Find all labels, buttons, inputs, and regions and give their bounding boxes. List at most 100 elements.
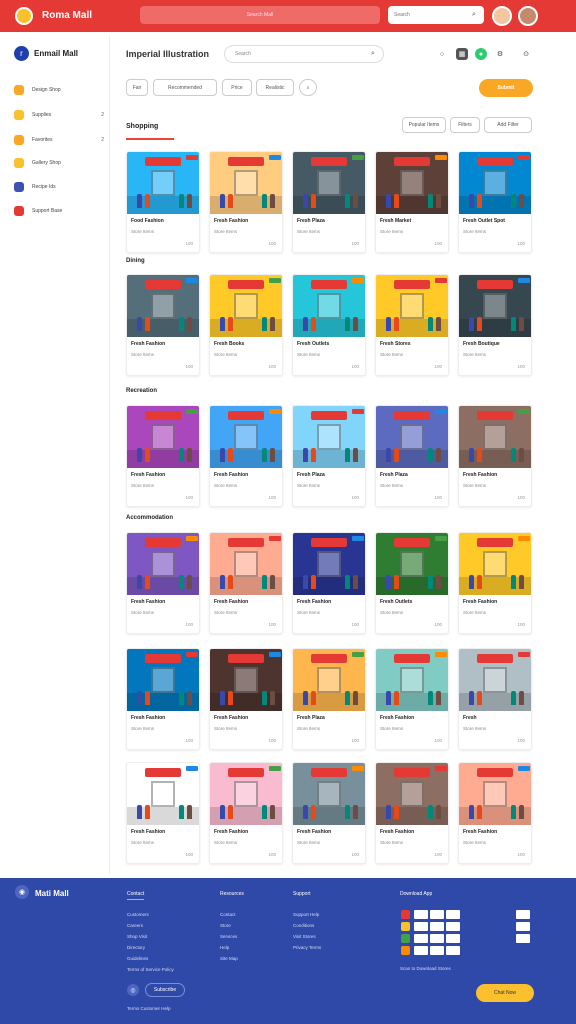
mall-logo-text[interactable]: Roma Mall bbox=[42, 10, 92, 21]
store-card[interactable]: Fresh Outlet Spot Store Items 100 bbox=[458, 151, 532, 253]
store-card[interactable]: Fresh Fashion Store Items 100 bbox=[458, 405, 532, 507]
top-search-input[interactable] bbox=[388, 6, 484, 24]
sidebar-item-label: Gallery Shop bbox=[32, 160, 61, 166]
footer-link[interactable]: Terms of Service Policy bbox=[127, 967, 174, 972]
app-store-icon[interactable] bbox=[401, 922, 410, 931]
store-card[interactable]: Fresh Plaza Store Items 100 bbox=[375, 405, 449, 507]
footer-link[interactable]: Directory bbox=[127, 945, 145, 950]
storefront-shape bbox=[483, 170, 507, 196]
mall-logo-icon[interactable] bbox=[15, 7, 33, 25]
footer-link[interactable]: Visit Stores bbox=[293, 934, 316, 939]
store-card[interactable]: Fresh Stores Store Items 100 bbox=[375, 274, 449, 376]
filter-search-icon[interactable]: ⌕ bbox=[299, 79, 317, 96]
footer-link[interactable]: Privacy Terms bbox=[293, 945, 321, 950]
store-card[interactable]: Fresh Fashion Store Items 100 bbox=[292, 532, 366, 634]
footer-link[interactable]: Conditions bbox=[293, 923, 314, 928]
store-card[interactable]: Fresh Fashion Store Items 100 bbox=[209, 151, 283, 253]
search-icon[interactable]: ⌕ bbox=[472, 11, 476, 19]
sort-popular-button[interactable]: Popular Items bbox=[402, 117, 446, 133]
person-figure bbox=[519, 194, 524, 208]
storefront-shape bbox=[400, 667, 424, 693]
store-card[interactable]: Fresh Market Store Items 100 bbox=[375, 151, 449, 253]
sidebar-item-4[interactable]: Recipe Ids bbox=[14, 180, 104, 194]
store-card[interactable]: Fresh Fashion Store Items 100 bbox=[126, 648, 200, 750]
store-card-count: 100 bbox=[517, 852, 525, 857]
footer-link[interactable]: Contact bbox=[220, 912, 236, 917]
app-store-icon[interactable] bbox=[401, 910, 410, 919]
store-card-subtitle: Store Items bbox=[380, 610, 404, 615]
store-card[interactable]: Fresh Fashion Store Items 100 bbox=[209, 405, 283, 507]
store-card[interactable]: Fresh Fashion Store Items 100 bbox=[375, 648, 449, 750]
filter-button-1[interactable]: Recommended bbox=[153, 79, 217, 96]
footer-link[interactable]: Shop Visit bbox=[127, 934, 147, 939]
store-card[interactable]: Fresh Fashion Store Items 100 bbox=[458, 762, 532, 864]
store-card-image bbox=[127, 406, 199, 468]
user-avatar-1[interactable] bbox=[492, 6, 512, 26]
footer-link[interactable]: Support Help bbox=[293, 912, 319, 917]
store-card-image bbox=[210, 763, 282, 825]
store-card[interactable]: Fresh Fashion Store Items 100 bbox=[209, 648, 283, 750]
store-card[interactable]: Fresh Fashion Store Items 100 bbox=[126, 762, 200, 864]
storefront-shape bbox=[317, 424, 341, 450]
store-card-count: 100 bbox=[268, 622, 276, 627]
help-icon[interactable]: ⊙ bbox=[520, 48, 532, 60]
store-card-image bbox=[293, 406, 365, 468]
store-card[interactable]: Fresh Plaza Store Items 100 bbox=[292, 648, 366, 750]
footer-link[interactable]: Help bbox=[220, 945, 229, 950]
drop-icon[interactable]: ○ bbox=[436, 48, 448, 60]
footer-bottom-links[interactable]: Terms Customer Help bbox=[127, 1006, 171, 1011]
footer-link[interactable]: Guidelines bbox=[127, 956, 148, 961]
filter-button-2[interactable]: Price bbox=[222, 79, 252, 96]
qr-code-icon bbox=[516, 934, 530, 943]
sidebar-item-5[interactable]: Support Base bbox=[14, 204, 104, 218]
sidebar-item-0[interactable]: Design Shop bbox=[14, 83, 104, 97]
search-icon[interactable]: ⌕ bbox=[371, 50, 375, 58]
sidebar-brand[interactable]: Enmail Mall bbox=[34, 49, 78, 58]
store-card[interactable]: Fresh Plaza Store Items 100 bbox=[292, 405, 366, 507]
store-card[interactable]: Fresh Outlets Store Items 100 bbox=[292, 274, 366, 376]
submit-button[interactable]: Submit bbox=[479, 79, 533, 97]
footer-link[interactable]: Services bbox=[220, 934, 237, 939]
social-icon[interactable]: ◎ bbox=[127, 984, 139, 996]
footer-link[interactable]: Customers bbox=[127, 912, 149, 917]
status-icon[interactable]: ● bbox=[475, 48, 487, 60]
person-figure bbox=[436, 194, 441, 208]
footer-link[interactable]: Site Map bbox=[220, 956, 238, 961]
store-card[interactable]: Fresh Fashion Store Items 100 bbox=[209, 762, 283, 864]
footer-link[interactable]: Store bbox=[220, 923, 231, 928]
store-card-title: Fresh Fashion bbox=[380, 715, 415, 721]
top-search-bar[interactable]: Search Mall bbox=[140, 6, 380, 24]
chat-button[interactable]: Chat Now bbox=[476, 984, 534, 1002]
gear-icon[interactable]: ⚙ bbox=[494, 48, 506, 60]
grid-icon[interactable]: ▦ bbox=[456, 48, 468, 60]
app-store-icon[interactable] bbox=[401, 934, 410, 943]
filter-button-3[interactable]: Realistic bbox=[256, 79, 294, 96]
user-avatar-2[interactable] bbox=[518, 6, 538, 26]
store-card[interactable]: Fresh Store Items 100 bbox=[458, 648, 532, 750]
footer-link[interactable]: Careers bbox=[127, 923, 143, 928]
sort-filters-button[interactable]: Filters bbox=[450, 117, 480, 133]
footer-brand[interactable]: Mati Mall bbox=[35, 889, 69, 898]
sort-add-filter-button[interactable]: Add Filter bbox=[484, 117, 532, 133]
store-card[interactable]: Fresh Fashion Store Items 100 bbox=[292, 762, 366, 864]
store-card[interactable]: Fresh Fashion Store Items 100 bbox=[126, 405, 200, 507]
store-card[interactable]: Fresh Books Store Items 100 bbox=[209, 274, 283, 376]
store-card-image bbox=[376, 649, 448, 711]
store-card[interactable]: Fresh Fashion Store Items 100 bbox=[458, 532, 532, 634]
store-card[interactable]: Fresh Fashion Store Items 100 bbox=[126, 532, 200, 634]
store-card[interactable]: Food Fashion Store Items 100 bbox=[126, 151, 200, 253]
store-card[interactable]: Fresh Boutique Store Items 100 bbox=[458, 274, 532, 376]
store-card[interactable]: Fresh Fashion Store Items 100 bbox=[209, 532, 283, 634]
subscribe-button[interactable]: Subscribe bbox=[145, 983, 185, 997]
app-store-icon[interactable] bbox=[401, 946, 410, 955]
store-card[interactable]: Fresh Fashion Store Items 100 bbox=[126, 274, 200, 376]
sidebar-item-1[interactable]: Supplies 2 bbox=[14, 108, 104, 122]
main-search-input[interactable]: Search bbox=[224, 45, 384, 63]
sidebar-item-2[interactable]: Favorites 2 bbox=[14, 133, 104, 147]
store-card[interactable]: Fresh Outlets Store Items 100 bbox=[375, 532, 449, 634]
filter-button-0[interactable]: Fair bbox=[126, 79, 148, 96]
store-card[interactable]: Fresh Plaza Store Items 100 bbox=[292, 151, 366, 253]
storefront-shape bbox=[234, 293, 258, 319]
sidebar-item-3[interactable]: Gallery Shop bbox=[14, 156, 104, 170]
store-card[interactable]: Fresh Fashion Store Items 100 bbox=[375, 762, 449, 864]
